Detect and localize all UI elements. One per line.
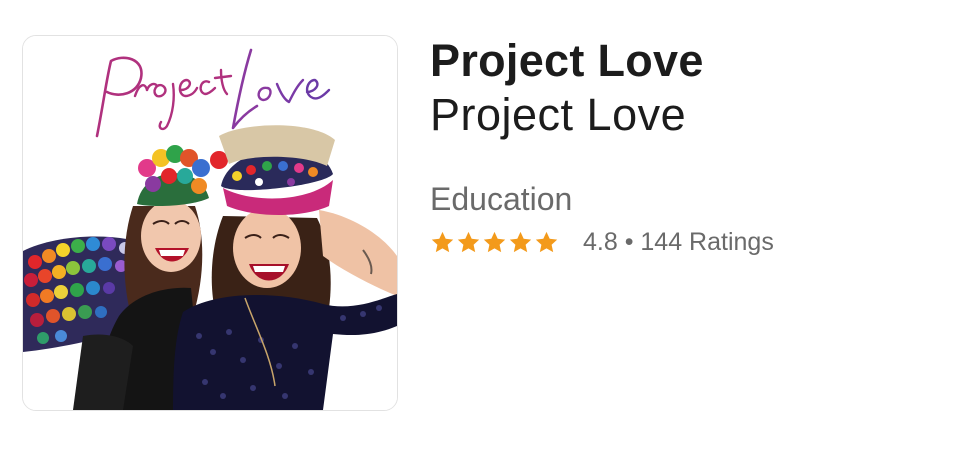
star-icon <box>457 231 480 252</box>
star-icon <box>509 231 532 252</box>
podcast-header: Project Love Project Love Education 4.8 … <box>0 0 974 456</box>
podcast-artwork[interactable] <box>22 35 398 411</box>
star-icon <box>483 231 506 252</box>
rating-row: 4.8 • 144 Ratings <box>430 224 950 260</box>
artwork-image <box>23 36 397 410</box>
rating-stars <box>430 230 559 255</box>
podcast-info: Project Love Project Love Education 4.8 … <box>430 34 950 260</box>
rating-text: 4.8 • 144 Ratings <box>583 227 774 256</box>
star-icon <box>535 231 558 252</box>
podcast-category-link[interactable]: Education <box>430 179 950 219</box>
star-icon <box>431 231 454 252</box>
podcast-title: Project Love <box>430 35 704 86</box>
podcast-author-link[interactable]: Project Love <box>430 88 950 142</box>
